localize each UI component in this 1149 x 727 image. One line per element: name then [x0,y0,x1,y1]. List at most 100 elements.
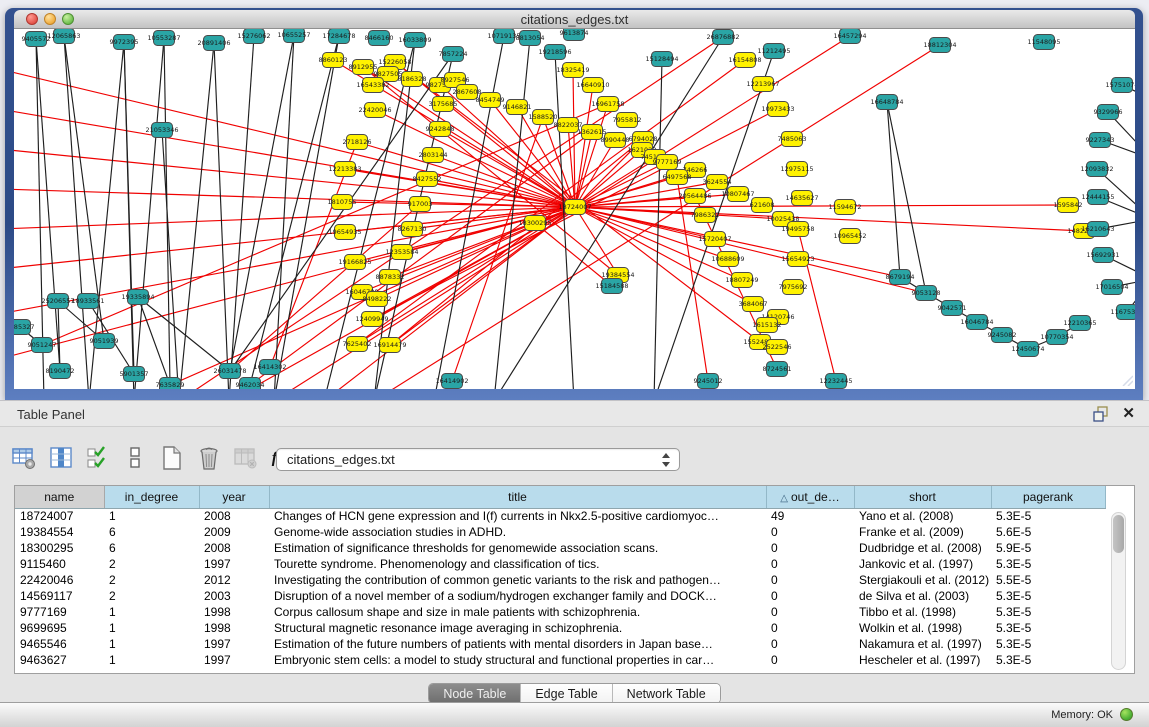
table-cell[interactable]: 2 [104,556,199,572]
table-cell[interactable]: Nakamura et al. (1997) [854,636,991,652]
column-header-short[interactable]: short [854,486,991,508]
table-cell[interactable]: 0 [766,556,854,572]
table-cell[interactable]: 1998 [199,604,269,620]
table-cell[interactable]: 2003 [199,588,269,604]
table-cell[interactable]: 49 [766,508,854,524]
column-header-name[interactable]: name [15,486,104,508]
table-cell[interactable]: 5.3E-5 [991,604,1105,620]
table-cell[interactable]: 14569117 [15,588,104,604]
citation-network-graph[interactable]: 1872400788601238912955152260589827505818… [14,29,1135,389]
table-cell[interactable]: Genome-wide association studies in ADHD. [269,524,766,540]
network-canvas[interactable]: 1872400788601238912955152260589827505818… [14,29,1135,389]
graph-edge[interactable] [164,38,170,385]
table-cell[interactable]: 6 [104,540,199,556]
table-cell[interactable]: 18724007 [15,508,104,524]
table-cell[interactable]: Franke et al. (2009) [854,524,991,540]
table-cell[interactable]: 1 [104,508,199,524]
table-cell[interactable]: 5.3E-5 [991,556,1105,572]
graph-edge[interactable] [14,69,575,207]
table-cell[interactable]: 22420046 [15,572,104,588]
table-cell[interactable]: 0 [766,636,854,652]
table-cell[interactable]: 1 [104,620,199,636]
create-column-button[interactable] [158,444,186,472]
table-row[interactable]: 946554611997Estimation of the future num… [15,636,1105,652]
table-cell[interactable]: Estimation of the future numbers of pati… [269,636,766,652]
table-row[interactable]: 1830029562008Estimation of significance … [15,540,1105,556]
table-row[interactable]: 1938455462009Genome-wide association stu… [15,524,1105,540]
graph-edge[interactable] [575,150,642,207]
window-titlebar[interactable]: citations_edges.txt [14,10,1135,29]
show-column-button[interactable] [47,444,75,472]
table-cell[interactable]: 18300295 [15,540,104,556]
table-options-button[interactable] [10,444,38,472]
table-cell[interactable]: Tourette syndrome. Phenomenology and cla… [269,556,766,572]
graph-edge[interactable] [229,36,254,389]
table-cell[interactable]: Estimation of significance thresholds fo… [269,540,766,556]
table-cell[interactable]: 1997 [199,652,269,668]
delete-column-button[interactable] [195,444,223,472]
close-panel-icon[interactable]: ✕ [1122,404,1135,422]
table-cell[interactable]: 5.3E-5 [991,636,1105,652]
tab-node-table[interactable]: Node Table [429,684,521,703]
table-cell[interactable]: 5.3E-5 [991,620,1105,636]
select-columns-button[interactable] [84,444,112,472]
table-cell[interactable]: 0 [766,524,854,540]
table-row[interactable]: 911546021997Tourette syndrome. Phenomeno… [15,556,1105,572]
table-cell[interactable]: 2012 [199,572,269,588]
table-cell[interactable]: 0 [766,620,854,636]
graph-edge[interactable] [134,38,164,389]
table-cell[interactable]: 1 [104,652,199,668]
table-cell[interactable]: 9465546 [15,636,104,652]
graph-edge[interactable] [250,36,339,385]
column-header-year[interactable]: year [199,486,269,508]
table-cell[interactable]: 0 [766,588,854,604]
tab-network-table[interactable]: Network Table [613,684,720,703]
table-cell[interactable]: 9777169 [15,604,104,620]
table-cell[interactable]: Embryonic stem cells: a model to study s… [269,652,766,668]
table-cell[interactable]: 5.5E-5 [991,572,1105,588]
tab-edge-table[interactable]: Edge Table [521,684,612,703]
table-cell[interactable]: 2008 [199,508,269,524]
table-cell[interactable]: de Silva et al. (2003) [854,588,991,604]
graph-edge[interactable] [214,43,229,389]
delete-table-button-disabled[interactable] [232,444,260,472]
table-row[interactable]: 1456911722003Disruption of a novel membe… [15,588,1105,604]
table-cell[interactable]: 19384554 [15,524,104,540]
table-row[interactable]: 2242004622012Investigating the contribut… [15,572,1105,588]
column-header-in_degree[interactable]: in_degree [104,486,199,508]
table-cell[interactable]: 5.3E-5 [991,588,1105,604]
table-cell[interactable]: 1 [104,604,199,620]
column-header-pagerank[interactable]: pagerank [991,486,1105,508]
table-cell[interactable]: 5.3E-5 [991,652,1105,668]
graph-edge[interactable] [575,85,593,207]
table-cell[interactable]: 1997 [199,556,269,572]
float-panel-icon[interactable] [1093,406,1109,422]
table-cell[interactable]: Wolkin et al. (1998) [854,620,991,636]
table-cell[interactable]: 1997 [199,636,269,652]
table-cell[interactable]: Corpus callosum shape and size in male p… [269,604,766,620]
table-cell[interactable]: 0 [766,652,854,668]
table-cell[interactable]: 5.3E-5 [991,508,1105,524]
table-cell[interactable]: 0 [766,540,854,556]
table-cell[interactable]: 9699695 [15,620,104,636]
graph-edge[interactable] [162,130,179,389]
graph-edge[interactable] [575,104,608,207]
table-cell[interactable]: Dudbridge et al. (2008) [854,540,991,556]
table-cell[interactable]: 9463627 [15,652,104,668]
table-cell[interactable]: 2 [104,588,199,604]
table-cell[interactable]: Structural magnetic resonance image aver… [269,620,766,636]
table-cell[interactable]: 2 [104,572,199,588]
column-header-title[interactable]: title [269,486,766,508]
table-cell[interactable]: Yano et al. (2008) [854,508,991,524]
table-row[interactable]: 1872400712008Changes of HCN gene express… [15,508,1105,524]
column-header-out_de[interactable]: △out_de… [766,486,854,508]
table-cell[interactable]: 6 [104,524,199,540]
table-cell[interactable]: 0 [766,604,854,620]
table-row[interactable]: 946362711997Embryonic stem cells: a mode… [15,652,1105,668]
graph-edge[interactable] [887,102,900,277]
table-cell[interactable]: 5.9E-5 [991,540,1105,556]
table-cell[interactable]: 2009 [199,524,269,540]
table-cell[interactable]: Investigating the contribution of common… [269,572,766,588]
hide-columns-button[interactable] [121,444,149,472]
graph-edge[interactable] [575,194,738,207]
